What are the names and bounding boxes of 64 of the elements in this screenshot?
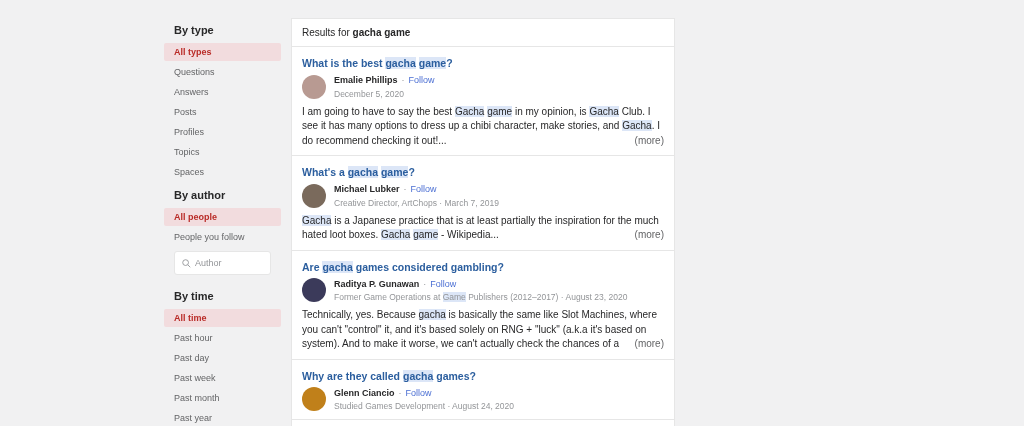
author-credential: Creative Director, ArtChops · March 7, 2019 [334, 196, 499, 209]
avatar[interactable] [302, 278, 326, 303]
filter-heading: By author [173, 188, 227, 203]
highlighted-term: game [380, 166, 409, 178]
author-credential: December 5, 2020 [334, 87, 405, 100]
question-link[interactable]: What is the best gacha game? [302, 56, 664, 70]
highlighted-term: Game [442, 292, 466, 302]
filter-option[interactable]: Past day [164, 349, 281, 367]
highlighted-term: gacha [402, 369, 434, 382]
filter-option[interactable]: Past hour [164, 329, 281, 347]
follow-link[interactable]: Follow [430, 277, 457, 291]
highlighted-term: Gacha [380, 229, 411, 240]
filter-option[interactable]: Past week [164, 369, 281, 387]
highlighted-term: gacha [322, 260, 353, 273]
question-link[interactable]: Why are they called gacha games? [302, 368, 664, 383]
filter-option[interactable]: Answers [164, 83, 281, 101]
separator: · [403, 183, 407, 196]
highlighted-term: gacha [385, 57, 416, 69]
author-search-field[interactable]: Author [174, 251, 271, 275]
separator: · [423, 277, 427, 291]
filter-option[interactable]: All types [164, 43, 281, 61]
avatar[interactable] [302, 183, 326, 208]
highlighted-term: game [413, 229, 439, 240]
highlighted-term: gacha [347, 166, 379, 178]
filter-option[interactable]: Past year [164, 409, 281, 426]
separator: · [401, 74, 405, 87]
separator: · [398, 386, 402, 400]
filter-option[interactable]: All people [164, 208, 281, 226]
follow-link[interactable]: Follow [410, 183, 437, 197]
highlighted-term: Gacha [454, 105, 485, 117]
filter-option[interactable]: Past month [164, 389, 281, 407]
question-link[interactable]: What's a gacha game? [302, 165, 664, 179]
filter-option[interactable]: Questions [164, 63, 281, 81]
filter-heading: By type [173, 23, 215, 38]
answer-snippet: Technically, yes. Because gacha is basically the same like Slot Machines, where you can't "control" it, and it's based solely on RNG + "luck" (a.k.a it's based on system). And to make it worse, we can't actually check the chances of a (more) [302, 308, 664, 352]
question-link[interactable]: Are gacha games considered gambling? [302, 259, 664, 274]
filter-option[interactable]: Topics [164, 143, 281, 161]
filter-option[interactable]: All time [164, 309, 281, 327]
highlighted-term: Gacha [622, 120, 652, 131]
filter-heading: By time [173, 289, 215, 304]
highlighted-term: gacha [418, 309, 446, 320]
author-credential: Former Game Operations at Game Publishers (2012–2017) · August 23, 2020 [334, 291, 628, 303]
more-link[interactable]: (more) [634, 133, 664, 148]
highlighted-term: Gacha [589, 105, 619, 117]
answer-snippet: I am going to have to say the best Gacha game in my opinion, is Gacha Club. I see it has many options to dress up a chibi character, make stories, and Gacha. I do recommend checking it out!... (more) [302, 104, 664, 148]
more-link[interactable]: (more) [634, 337, 664, 352]
author-name[interactable]: Raditya P. Gunawan [334, 277, 420, 291]
author-credential: Studied Games Development · August 24, 2020 [334, 400, 515, 412]
follow-link[interactable]: Follow [408, 74, 435, 88]
filter-option[interactable]: Spaces [164, 163, 281, 181]
author-name[interactable]: Glenn Ciancio [334, 386, 395, 400]
highlighted-term: game [487, 105, 513, 117]
filter-option[interactable]: Posts [164, 103, 281, 121]
filter-option[interactable]: Profiles [164, 123, 281, 141]
author-name[interactable]: Emalie Phillips [334, 74, 398, 88]
highlighted-term: game [418, 57, 447, 69]
filter-option[interactable]: People you follow [164, 228, 281, 246]
answer-snippet: Gacha is a Japanese practice that is at least partially the inspiration for the much hated loot boxes. Gacha game - Wikipedia... (more) [302, 213, 664, 243]
highlighted-term: Gacha [302, 214, 332, 226]
follow-link[interactable]: Follow [405, 386, 432, 400]
results-heading: Results for gacha game [292, 19, 674, 47]
author-name[interactable]: Michael Lubker [334, 183, 400, 197]
search-icon [182, 259, 191, 268]
more-link[interactable]: (more) [634, 228, 664, 243]
